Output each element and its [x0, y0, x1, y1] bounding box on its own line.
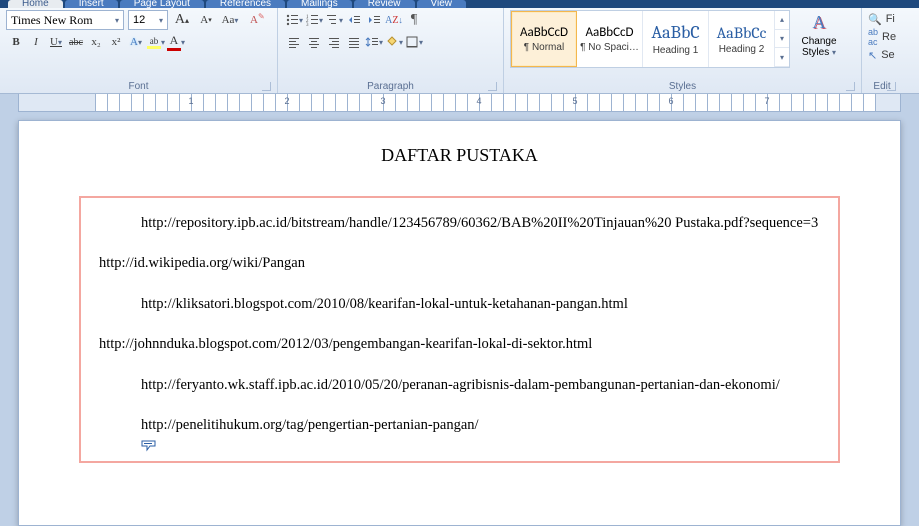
justify-button[interactable]	[344, 32, 364, 52]
bib-item[interactable]: http://id.wikipedia.org/wiki/Pangan	[99, 252, 820, 274]
sort-button[interactable]: AZ↓	[384, 10, 404, 30]
shading-button[interactable]: ▾	[384, 32, 404, 52]
ribbon-tabstrip: Home Insert Page Layout References Maili…	[0, 0, 919, 8]
group-label-font: Font	[6, 81, 271, 93]
style-no-spacing[interactable]: AaBbCcD ¶ No Spaci…	[577, 11, 643, 67]
highlight-button[interactable]: ab ▾	[146, 32, 166, 52]
font-color-button[interactable]: A ▾	[166, 32, 186, 52]
numbering-button[interactable]: 123▾	[304, 10, 324, 30]
change-styles-button[interactable]: A Change Styles ▾	[796, 10, 842, 58]
bib-item[interactable]: http://penelitihukum.org/tag/pengertian-…	[99, 414, 820, 436]
subscript-button[interactable]: x₂	[86, 32, 106, 52]
group-paragraph: ▾ 123▾ ▾ AZ↓ ¶ ▾ ▾ ▾ Paragraph	[278, 8, 504, 93]
align-left-button[interactable]	[284, 32, 304, 52]
page[interactable]: DAFTAR PUSTAKA http://repository.ipb.ac.…	[18, 120, 901, 526]
decrease-indent-button[interactable]	[344, 10, 364, 30]
bib-item[interactable]: http://repository.ipb.ac.id/bitstream/ha…	[99, 212, 820, 234]
styles-gallery-scroll[interactable]: ▴ ▾ ▾	[775, 11, 789, 67]
style-normal[interactable]: AaBbCcD ¶ Normal	[511, 11, 577, 67]
change-styles-icon: A	[805, 10, 833, 34]
select-icon: ↖	[868, 49, 877, 62]
grow-font-button[interactable]: A▴	[172, 10, 192, 30]
clear-formatting-button[interactable]: A✎	[244, 10, 264, 30]
borders-button[interactable]: ▾	[404, 32, 424, 52]
show-hide-button[interactable]: ¶	[404, 10, 424, 30]
group-editing: 🔍 Fi abac Re ↖ Se Edit	[862, 8, 900, 93]
chevron-down-icon: ▾	[115, 16, 119, 25]
font-color-icon	[167, 48, 181, 51]
bullets-button[interactable]: ▾	[284, 10, 304, 30]
font-size-combo[interactable]: 12 ▾	[128, 10, 168, 30]
cursor-icon	[141, 440, 155, 450]
group-font: Times New Rom ▾ 12 ▾ A▴ A▾ Aa▾ A✎ B I U▾…	[0, 8, 278, 93]
font-size-value: 12	[133, 14, 145, 26]
italic-button[interactable]: I	[26, 32, 46, 52]
bib-item[interactable]: http://kliksatori.blogspot.com/2010/08/k…	[99, 293, 820, 315]
ribbon: Times New Rom ▾ 12 ▾ A▴ A▾ Aa▾ A✎ B I U▾…	[0, 8, 919, 94]
tab-insert[interactable]: Insert	[65, 0, 118, 8]
replace-icon: abac	[868, 27, 878, 47]
group-styles: AaBbCcD ¶ Normal AaBbCcD ¶ No Spaci… AaB…	[504, 8, 862, 93]
change-case-button[interactable]: Aa▾	[220, 10, 240, 30]
ruler-area: 1 2 3 4 5 6 7	[0, 94, 919, 112]
tab-view[interactable]: View	[417, 0, 467, 8]
chevron-down-icon: ▾	[775, 30, 789, 49]
align-center-button[interactable]	[304, 32, 324, 52]
chevron-down-icon: ▾	[159, 16, 163, 25]
bold-button[interactable]: B	[6, 32, 26, 52]
strikethrough-button[interactable]: abc	[66, 32, 86, 52]
bib-item[interactable]: http://johnnduka.blogspot.com/2012/03/pe…	[99, 333, 820, 355]
tab-references[interactable]: References	[206, 0, 285, 8]
find-button[interactable]: 🔍 Fi	[868, 10, 896, 28]
underline-button[interactable]: U▾	[46, 32, 66, 52]
select-button[interactable]: ↖ Se	[868, 46, 896, 64]
horizontal-ruler[interactable]: 1 2 3 4 5 6 7	[18, 94, 901, 112]
bib-item[interactable]: http://feryanto.wk.staff.ipb.ac.id/2010/…	[99, 374, 820, 396]
group-label-paragraph: Paragraph	[284, 81, 497, 93]
tab-page-layout[interactable]: Page Layout	[120, 0, 204, 8]
find-icon: 🔍	[868, 13, 882, 26]
font-name-combo[interactable]: Times New Rom ▾	[6, 10, 124, 30]
superscript-button[interactable]: x²	[106, 32, 126, 52]
highlight-color-icon	[147, 46, 161, 49]
chevron-up-icon: ▴	[775, 11, 789, 30]
align-right-button[interactable]	[324, 32, 344, 52]
tab-review[interactable]: Review	[354, 0, 415, 8]
style-heading-2[interactable]: AaBbCc Heading 2	[709, 11, 775, 67]
line-spacing-button[interactable]: ▾	[364, 32, 384, 52]
multilevel-list-button[interactable]: ▾	[324, 10, 344, 30]
style-heading-1[interactable]: AaBbC Heading 1	[643, 11, 709, 67]
bibliography-box: http://repository.ipb.ac.id/bitstream/ha…	[79, 196, 840, 463]
document-title: DAFTAR PUSTAKA	[79, 145, 840, 166]
document-area: DAFTAR PUSTAKA http://repository.ipb.ac.…	[0, 112, 919, 526]
font-name-value: Times New Rom	[11, 13, 93, 28]
svg-text:3: 3	[306, 23, 309, 27]
more-icon: ▾	[775, 48, 789, 67]
group-label-editing: Edit	[868, 81, 896, 93]
tab-mailings[interactable]: Mailings	[287, 0, 352, 8]
tab-home[interactable]: Home	[8, 0, 63, 8]
replace-button[interactable]: abac Re	[868, 28, 896, 46]
styles-gallery: AaBbCcD ¶ Normal AaBbCcD ¶ No Spaci… AaB…	[510, 10, 790, 68]
group-label-styles: Styles	[510, 81, 855, 93]
increase-indent-button[interactable]	[364, 10, 384, 30]
text-effects-button[interactable]: A▾	[126, 32, 146, 52]
shrink-font-button[interactable]: A▾	[196, 10, 216, 30]
